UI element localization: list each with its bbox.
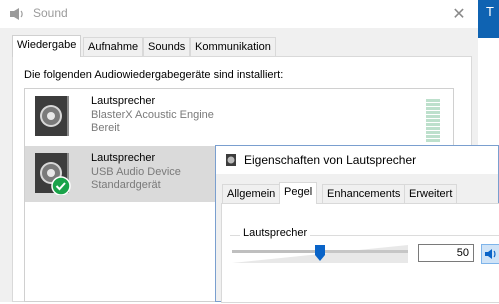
panel-heading: Die folgenden Audiowiedergabegeräte sind… <box>24 69 284 81</box>
properties-titlebar[interactable]: Eigenschaften von Lautsprecher <box>216 146 498 174</box>
close-icon[interactable]: ✕ <box>446 4 472 24</box>
device-name: Lautsprecher <box>91 95 156 107</box>
tab-pegel[interactable]: Pegel <box>279 182 318 204</box>
sound-speaker-icon <box>10 8 23 20</box>
device-description: BlasterX Acoustic Engine <box>91 109 214 121</box>
properties-dialog: Eigenschaften von Lautsprecher Allgemein… <box>215 145 499 303</box>
tab-allgemein[interactable]: Allgemein <box>222 184 281 203</box>
level-group-label: Lautsprecher <box>240 227 311 239</box>
device-status: Bereit <box>91 122 120 134</box>
tab-aufnahme[interactable]: Aufnahme <box>83 37 144 56</box>
speaker-icon <box>35 96 69 136</box>
background-window-letter: T <box>486 4 494 19</box>
tab-enhancements[interactable]: Enhancements <box>322 184 406 203</box>
tab-erweitert[interactable]: Erweitert <box>404 184 458 203</box>
speaker-default-icon <box>35 153 71 195</box>
device-status: Standardgerät <box>91 179 161 191</box>
speaker-volume-icon <box>485 249 496 259</box>
background-window-titlebar[interactable]: T <box>478 0 499 38</box>
tab-kommunikation[interactable]: Kommunikation <box>190 37 276 56</box>
sound-window-title: Sound <box>33 6 68 20</box>
device-name: Lautsprecher <box>91 152 156 164</box>
level-meter <box>426 99 440 145</box>
tab-wiedergabe[interactable]: Wiedergabe <box>12 35 82 57</box>
properties-title: Eigenschaften von Lautsprecher <box>244 153 417 167</box>
volume-value-field[interactable]: 50 <box>418 244 474 262</box>
mute-button[interactable] <box>481 244 499 264</box>
speaker-small-icon <box>226 154 236 166</box>
sound-titlebar[interactable]: Sound ✕ <box>0 0 478 28</box>
volume-slider[interactable] <box>232 239 408 269</box>
tab-sounds[interactable]: Sounds <box>143 37 191 56</box>
device-description: USB Audio Device <box>91 166 181 178</box>
device-item-blasterx[interactable]: Lautsprecher BlasterX Acoustic Engine Be… <box>25 89 453 145</box>
